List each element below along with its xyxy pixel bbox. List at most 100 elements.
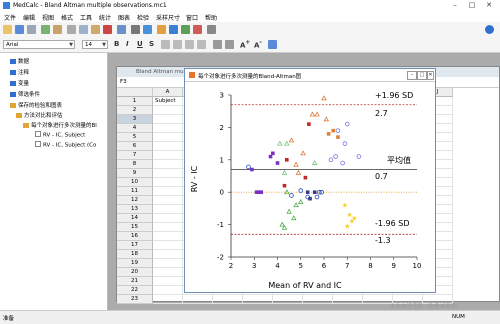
cell[interactable] [153,133,183,142]
cell[interactable] [153,214,183,223]
menu-tests[interactable]: 检验 [137,13,149,22]
align-center-icon[interactable] [173,40,182,49]
sort-icon[interactable] [143,25,152,34]
cut-icon[interactable] [67,25,76,34]
cell[interactable] [303,295,333,304]
cell[interactable] [153,115,183,124]
minimize-button[interactable]: – [448,1,462,10]
delete-icon[interactable] [103,25,112,34]
cell[interactable] [153,169,183,178]
cell[interactable] [273,295,303,304]
find-icon[interactable] [131,25,140,34]
cell[interactable] [153,142,183,151]
save-icon[interactable] [15,25,24,34]
menu-edit[interactable]: 编辑 [23,13,35,22]
row-header[interactable]: 7 [117,151,153,160]
grid-icon[interactable] [41,25,50,34]
cell[interactable] [153,241,183,250]
align-left-icon[interactable] [161,40,170,49]
variables-icon[interactable] [193,25,202,34]
cell[interactable] [153,196,183,205]
row-header[interactable]: 18 [117,250,153,259]
indent-icon[interactable] [213,40,222,49]
menu-tools[interactable]: 工具 [80,13,92,22]
decrease-font-icon[interactable]: A- [254,40,262,49]
cell[interactable] [153,295,183,304]
cell[interactable] [333,295,363,304]
row-header[interactable]: 4 [117,124,153,133]
row-header[interactable]: 2 [117,106,153,115]
notes-icon[interactable] [53,25,62,34]
color-icon[interactable] [268,40,277,49]
row-header[interactable]: 10 [117,178,153,187]
cell[interactable] [153,277,183,286]
cell[interactable] [153,160,183,169]
maximize-button[interactable]: □ [465,1,479,10]
increase-font-icon[interactable]: A+ [240,40,250,49]
align-right-icon[interactable] [185,40,194,49]
cell[interactable] [153,268,183,277]
cell[interactable] [243,295,273,304]
row-header[interactable]: 15 [117,223,153,232]
row-header[interactable]: 22 [117,286,153,295]
row-header[interactable]: 13 [117,205,153,214]
print-icon[interactable] [27,25,36,34]
row-header[interactable]: 12 [117,196,153,205]
menu-sampling[interactable]: 采样尺寸 [156,13,180,22]
tree-item-filters[interactable]: 筛选条件 [10,90,40,98]
cell-reference[interactable]: F3 [120,79,127,85]
cell[interactable] [153,223,183,232]
cell[interactable] [153,124,183,133]
cell[interactable] [153,178,183,187]
chart-icon[interactable] [157,25,166,34]
tree-item-graph-1[interactable]: RV - IC, Subject [35,131,85,139]
column-header-a[interactable]: A [153,88,183,97]
row-header[interactable]: 6 [117,142,153,151]
plot-icon[interactable] [181,25,190,34]
row-header[interactable]: 1 [117,97,153,106]
menu-statistics[interactable]: 统计 [99,13,111,22]
strikethrough-button[interactable]: S [149,40,154,48]
row-header[interactable]: 21 [117,277,153,286]
cell[interactable]: Subject [153,97,183,106]
bold-button[interactable]: B [114,40,119,48]
graph-minimize-button[interactable]: – [407,71,417,80]
justify-icon[interactable] [197,40,206,49]
paste-icon[interactable] [91,25,100,34]
italic-button[interactable]: I [126,40,129,48]
graph-maximize-button[interactable]: □ [417,71,427,80]
cell[interactable] [153,250,183,259]
outdent-icon[interactable] [225,40,234,49]
tree-item-variables[interactable]: 变量 [10,79,29,87]
cell[interactable] [153,106,183,115]
font-select[interactable]: Arial ▼ [3,40,75,49]
menu-file[interactable]: 文件 [4,13,16,22]
grid-corner[interactable] [117,88,153,97]
cell[interactable] [213,295,243,304]
row-header[interactable]: 17 [117,241,153,250]
row-header[interactable]: 16 [117,232,153,241]
menu-window[interactable]: 窗口 [186,13,198,22]
undo-icon[interactable] [117,25,126,34]
stats-icon[interactable] [169,25,178,34]
row-header[interactable]: 23 [117,295,153,304]
row-header[interactable]: 5 [117,133,153,142]
tree-item-data[interactable]: 数据 [10,57,29,65]
row-header[interactable]: 3 [117,115,153,124]
row-header[interactable]: 14 [117,214,153,223]
menu-help[interactable]: 帮助 [205,13,217,22]
tree-item-graph-2[interactable]: RV - IC, Subject (Co [35,141,96,149]
cell[interactable] [153,232,183,241]
cell[interactable] [153,259,183,268]
row-header[interactable]: 19 [117,259,153,268]
cell[interactable] [153,187,183,196]
open-icon[interactable] [3,25,12,34]
copy-icon[interactable] [79,25,88,34]
tree-item-saved-tests[interactable]: 保存的检验和图表 [10,101,62,109]
tree-item-method-comparison[interactable]: 方法对比和评估 [16,111,63,119]
tree-item-notes[interactable]: 注释 [10,68,29,76]
cell[interactable] [153,286,183,295]
cell[interactable] [363,295,393,304]
row-header[interactable]: 8 [117,160,153,169]
row-header[interactable]: 20 [117,268,153,277]
